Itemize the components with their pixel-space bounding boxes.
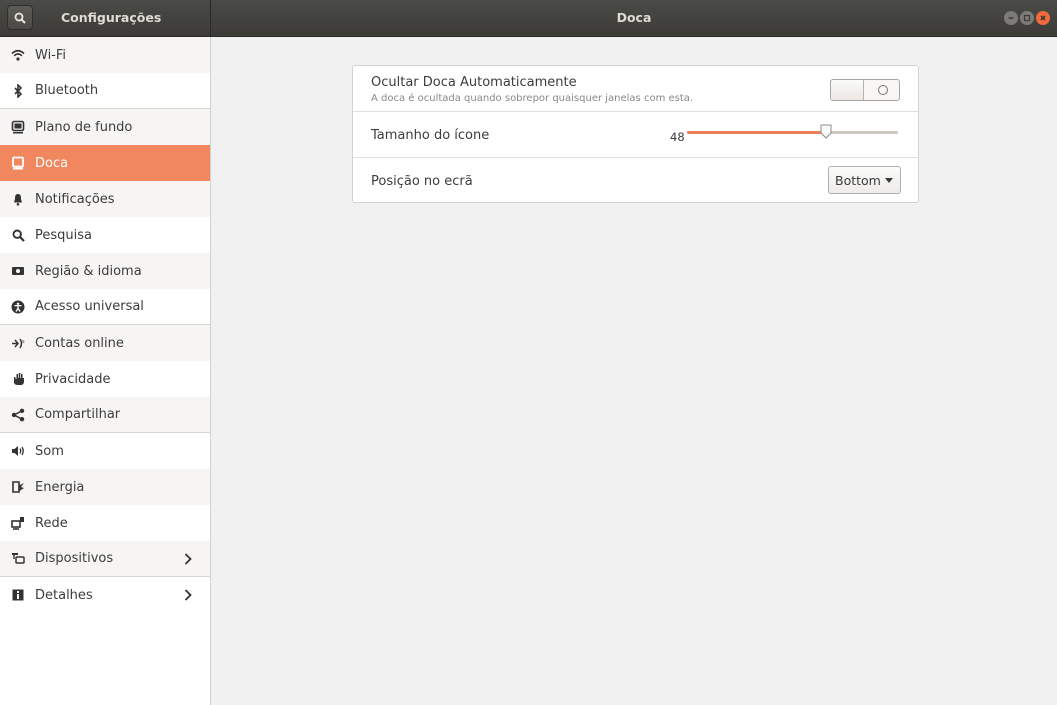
share-icon bbox=[10, 407, 26, 423]
autohide-switch[interactable] bbox=[830, 79, 900, 101]
position-dropdown[interactable]: Bottom bbox=[828, 166, 901, 194]
app-title: Configurações bbox=[61, 10, 162, 25]
sidebar-item-label: Contas online bbox=[35, 335, 124, 351]
sidebar-item-details[interactable]: Detalhes bbox=[0, 577, 210, 613]
hand-icon bbox=[10, 371, 26, 387]
minimize-icon bbox=[1008, 17, 1014, 19]
sidebar-item-accessibility[interactable]: Acesso universal bbox=[0, 289, 210, 325]
sidebar-item-search[interactable]: Pesquisa bbox=[0, 217, 210, 253]
sidebar-item-label: Energia bbox=[35, 479, 85, 495]
header-bar: Configurações Doca bbox=[0, 0, 1057, 37]
wifi-icon bbox=[10, 47, 26, 63]
sidebar-item-background[interactable]: Plano de fundo bbox=[0, 109, 210, 145]
sidebar-item-devices[interactable]: Dispositivos bbox=[0, 541, 210, 577]
maximize-icon bbox=[1023, 14, 1031, 22]
sidebar-item-label: Compartilhar bbox=[35, 407, 121, 422]
sidebar-item-region[interactable]: Região & idioma bbox=[0, 253, 210, 289]
chevron-right-icon bbox=[184, 553, 192, 565]
region-icon bbox=[10, 263, 26, 279]
dock-settings-page: Ocultar Doca Automaticamente A doca é oc… bbox=[212, 37, 1057, 705]
sidebar-item-label: Plano de fundo bbox=[35, 119, 133, 135]
dock-icon bbox=[10, 155, 26, 171]
network-icon bbox=[10, 515, 26, 531]
switch-off-icon bbox=[878, 85, 888, 95]
icon-size-row: Tamanho do ícone 48 bbox=[353, 112, 918, 158]
bell-icon bbox=[10, 191, 26, 207]
speaker-icon bbox=[10, 443, 26, 459]
position-row: Posição no ecrã Bottom bbox=[353, 158, 918, 202]
sidebar: Wi-Fi Bluetooth Plano de fundo Doca Noti… bbox=[0, 37, 211, 705]
sidebar-item-label: Rede bbox=[35, 515, 68, 531]
position-title: Posição no ecrã bbox=[371, 174, 473, 189]
power-icon bbox=[10, 479, 26, 495]
icon-size-title: Tamanho do ícone bbox=[371, 128, 490, 143]
online-accounts-icon: s bbox=[10, 335, 26, 351]
switch-knob bbox=[831, 80, 864, 100]
sidebar-item-label: Bluetooth bbox=[35, 83, 99, 98]
sidebar-item-share[interactable]: Compartilhar bbox=[0, 397, 210, 433]
devices-icon bbox=[10, 551, 26, 567]
search-icon bbox=[14, 12, 26, 24]
info-icon bbox=[10, 587, 26, 603]
sidebar-item-label: Privacidade bbox=[35, 371, 111, 387]
svg-text:s: s bbox=[22, 339, 25, 345]
window-title: Doca bbox=[616, 10, 652, 25]
sidebar-item-label: Região & idioma bbox=[35, 263, 142, 279]
background-icon bbox=[10, 119, 26, 135]
sidebar-item-label: Pesquisa bbox=[35, 227, 92, 243]
slider-handle[interactable] bbox=[820, 124, 832, 139]
search-icon bbox=[10, 227, 26, 243]
close-icon bbox=[1040, 15, 1046, 21]
autohide-row: Ocultar Doca Automaticamente A doca é oc… bbox=[353, 66, 918, 112]
autohide-description: A doca é ocultada quando sobrepor quaisq… bbox=[371, 93, 694, 104]
maximize-button[interactable] bbox=[1020, 11, 1034, 25]
sidebar-header: Configurações bbox=[0, 0, 211, 36]
sidebar-item-online-accounts[interactable]: s Contas online bbox=[0, 325, 210, 361]
accessibility-icon bbox=[10, 299, 26, 315]
sidebar-item-network[interactable]: Rede bbox=[0, 505, 210, 541]
sidebar-item-sound[interactable]: Som bbox=[0, 433, 210, 469]
sidebar-item-label: Doca bbox=[35, 155, 69, 171]
slider-fill bbox=[687, 131, 827, 134]
close-button[interactable] bbox=[1036, 11, 1050, 25]
minimize-button[interactable] bbox=[1004, 11, 1018, 25]
autohide-title: Ocultar Doca Automaticamente bbox=[371, 75, 577, 90]
bluetooth-icon bbox=[10, 83, 26, 99]
sidebar-item-privacy[interactable]: Privacidade bbox=[0, 361, 210, 397]
sidebar-item-wifi[interactable]: Wi-Fi bbox=[0, 37, 210, 73]
icon-size-value: 48 bbox=[670, 130, 685, 144]
sidebar-item-label: Notificações bbox=[35, 191, 115, 207]
dock-settings-panel: Ocultar Doca Automaticamente A doca é oc… bbox=[352, 65, 919, 203]
sidebar-item-label: Wi-Fi bbox=[35, 47, 67, 63]
sidebar-item-label: Dispositivos bbox=[35, 551, 114, 566]
sidebar-item-power[interactable]: Energia bbox=[0, 469, 210, 505]
sidebar-item-notifications[interactable]: Notificações bbox=[0, 181, 210, 217]
chevron-right-icon bbox=[184, 589, 192, 601]
icon-size-slider[interactable] bbox=[687, 124, 898, 139]
sidebar-item-label: Som bbox=[35, 443, 64, 459]
sidebar-item-bluetooth[interactable]: Bluetooth bbox=[0, 73, 210, 109]
search-button[interactable] bbox=[7, 5, 33, 30]
dropdown-arrow-icon bbox=[885, 178, 893, 183]
position-dropdown-value: Bottom bbox=[835, 172, 881, 188]
sidebar-item-dock[interactable]: Doca bbox=[0, 145, 210, 181]
sidebar-item-label: Detalhes bbox=[35, 587, 93, 603]
sidebar-item-label: Acesso universal bbox=[35, 299, 144, 314]
